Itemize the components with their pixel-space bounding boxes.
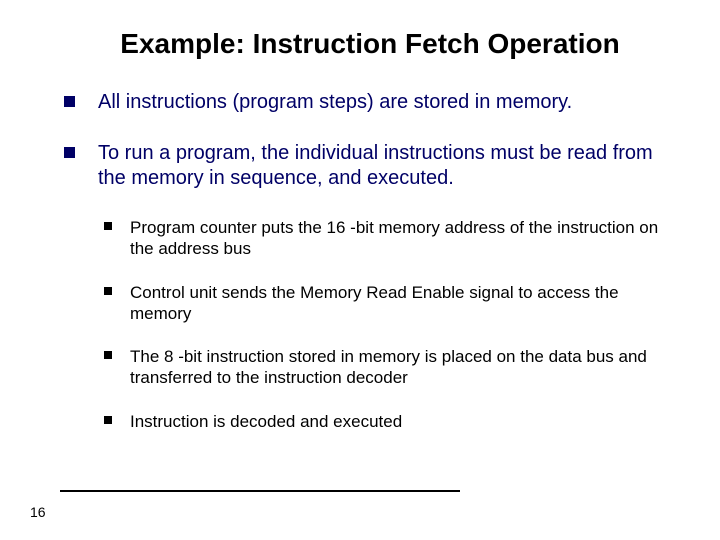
sub-bullet-item: Program counter puts the 16 -bit memory … <box>104 217 670 260</box>
slide-title: Example: Instruction Fetch Operation <box>50 28 670 60</box>
footer-divider <box>60 490 460 492</box>
square-bullet-icon <box>64 147 75 158</box>
square-bullet-icon <box>104 222 112 230</box>
square-bullet-icon <box>104 351 112 359</box>
sub-list: Program counter puts the 16 -bit memory … <box>104 217 670 432</box>
sub-bullet-text: Instruction is decoded and executed <box>130 412 402 431</box>
sub-bullet-text: Control unit sends the Memory Read Enabl… <box>130 283 619 323</box>
main-list: All instructions (program steps) are sto… <box>64 90 670 191</box>
square-bullet-icon <box>104 416 112 424</box>
main-bullet-text: To run a program, the individual instruc… <box>98 142 653 189</box>
main-bullet-item: To run a program, the individual instruc… <box>64 141 670 191</box>
page-number: 16 <box>30 504 46 520</box>
slide: Example: Instruction Fetch Operation All… <box>0 0 720 540</box>
main-bullet-item: All instructions (program steps) are sto… <box>64 90 670 115</box>
sub-bullet-text: Program counter puts the 16 -bit memory … <box>130 218 658 258</box>
sub-bullet-item: Control unit sends the Memory Read Enabl… <box>104 282 670 325</box>
square-bullet-icon <box>104 287 112 295</box>
square-bullet-icon <box>64 96 75 107</box>
main-bullet-text: All instructions (program steps) are sto… <box>98 91 572 113</box>
sub-bullet-text: The 8 -bit instruction stored in memory … <box>130 347 647 387</box>
sub-bullet-item: The 8 -bit instruction stored in memory … <box>104 346 670 389</box>
sub-bullet-item: Instruction is decoded and executed <box>104 411 670 432</box>
